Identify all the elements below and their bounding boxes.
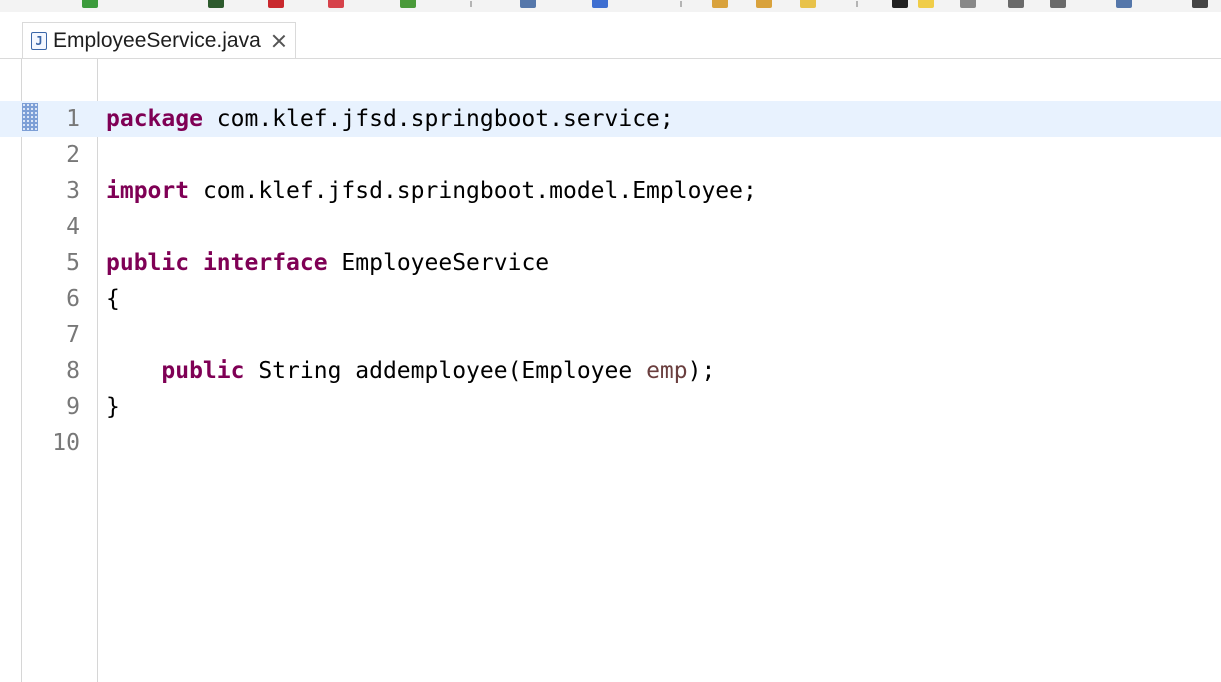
toolbar-separator <box>680 1 682 7</box>
line-number: 5 <box>66 250 80 276</box>
code-token: { <box>106 286 120 312</box>
coverage-icon[interactable] <box>400 0 416 8</box>
search-icon[interactable] <box>592 0 608 8</box>
code-line[interactable]: 9} <box>0 389 1221 425</box>
run-icon[interactable] <box>82 0 98 8</box>
code-token: EmployeeService <box>327 250 550 276</box>
line-number: 2 <box>66 142 80 168</box>
keyword-token: import <box>106 178 190 204</box>
line-number: 8 <box>66 358 80 384</box>
code-token: com.klef.jfsd.springboot.service; <box>202 106 674 132</box>
forward-icon[interactable] <box>1050 0 1066 8</box>
keyword-token: interface <box>202 250 328 276</box>
code-text[interactable]: { <box>106 281 120 317</box>
back-icon[interactable] <box>1008 0 1024 8</box>
line-number: 9 <box>66 394 80 420</box>
keyword-token: public <box>161 358 245 384</box>
code-line[interactable]: 10 <box>0 425 1221 461</box>
variable-token: emp <box>646 358 688 384</box>
code-line[interactable]: 5 public interface EmployeeService <box>0 245 1221 281</box>
debug-icon[interactable] <box>208 0 224 8</box>
toolbar-separator <box>470 1 472 7</box>
line-number: 6 <box>66 286 80 312</box>
dropdown-icon[interactable] <box>960 0 976 8</box>
code-token: } <box>106 394 120 420</box>
pin-icon[interactable] <box>1116 0 1132 8</box>
folder-icon[interactable] <box>712 0 728 8</box>
next-annotation-icon[interactable] <box>892 0 908 8</box>
code-line[interactable]: 4 <box>0 209 1221 245</box>
code-text[interactable]: import com.klef.jfsd.springboot.model.Em… <box>106 173 757 209</box>
more-icon[interactable] <box>1192 0 1208 8</box>
terminate-icon[interactable] <box>328 0 344 8</box>
stop-icon[interactable] <box>268 0 284 8</box>
line-number: 3 <box>66 178 80 204</box>
open-folder-icon[interactable] <box>756 0 772 8</box>
code-line[interactable]: 2 <box>0 137 1221 173</box>
code-editor[interactable]: 1 package com.klef.jfsd.springboot.servic… <box>0 58 1221 682</box>
code-text[interactable]: public interface EmployeeService <box>106 245 549 281</box>
code-line[interactable]: 7 <box>0 317 1221 353</box>
code-line[interactable]: 3 import com.klef.jfsd.springboot.model.E… <box>0 173 1221 209</box>
pencil-icon[interactable] <box>800 0 816 8</box>
code-text[interactable]: } <box>106 389 120 425</box>
code-line[interactable]: 1 package com.klef.jfsd.springboot.servic… <box>0 101 1221 137</box>
tab-title: EmployeeService.java <box>53 29 261 52</box>
code-token: com.klef.jfsd.springboot.model.Employee; <box>189 178 757 204</box>
keyword-token: package <box>106 106 203 132</box>
code-text[interactable]: package com.klef.jfsd.springboot.service… <box>106 101 674 137</box>
main-toolbar <box>0 0 1221 12</box>
line-number: 4 <box>66 214 80 240</box>
globe-icon[interactable] <box>520 0 536 8</box>
current-line-marker-icon <box>22 103 38 131</box>
code-line[interactable]: 8 public String addemployee(Employee emp… <box>0 353 1221 389</box>
prev-annotation-icon[interactable] <box>918 0 934 8</box>
java-file-icon: J <box>31 32 47 50</box>
code-text[interactable]: public String addemployee(Employee emp); <box>106 353 715 389</box>
line-number: 1 <box>66 106 80 132</box>
keyword-token: public <box>106 250 190 276</box>
toolbar-separator <box>856 1 858 7</box>
close-icon[interactable] <box>271 33 287 49</box>
line-number: 10 <box>52 430 80 456</box>
editor-tab[interactable]: J EmployeeService.java <box>22 22 296 59</box>
line-number: 7 <box>66 322 80 348</box>
code-line[interactable]: 6{ <box>0 281 1221 317</box>
code-token: String addemployee(Employee <box>244 358 647 384</box>
code-token: ); <box>687 358 716 384</box>
